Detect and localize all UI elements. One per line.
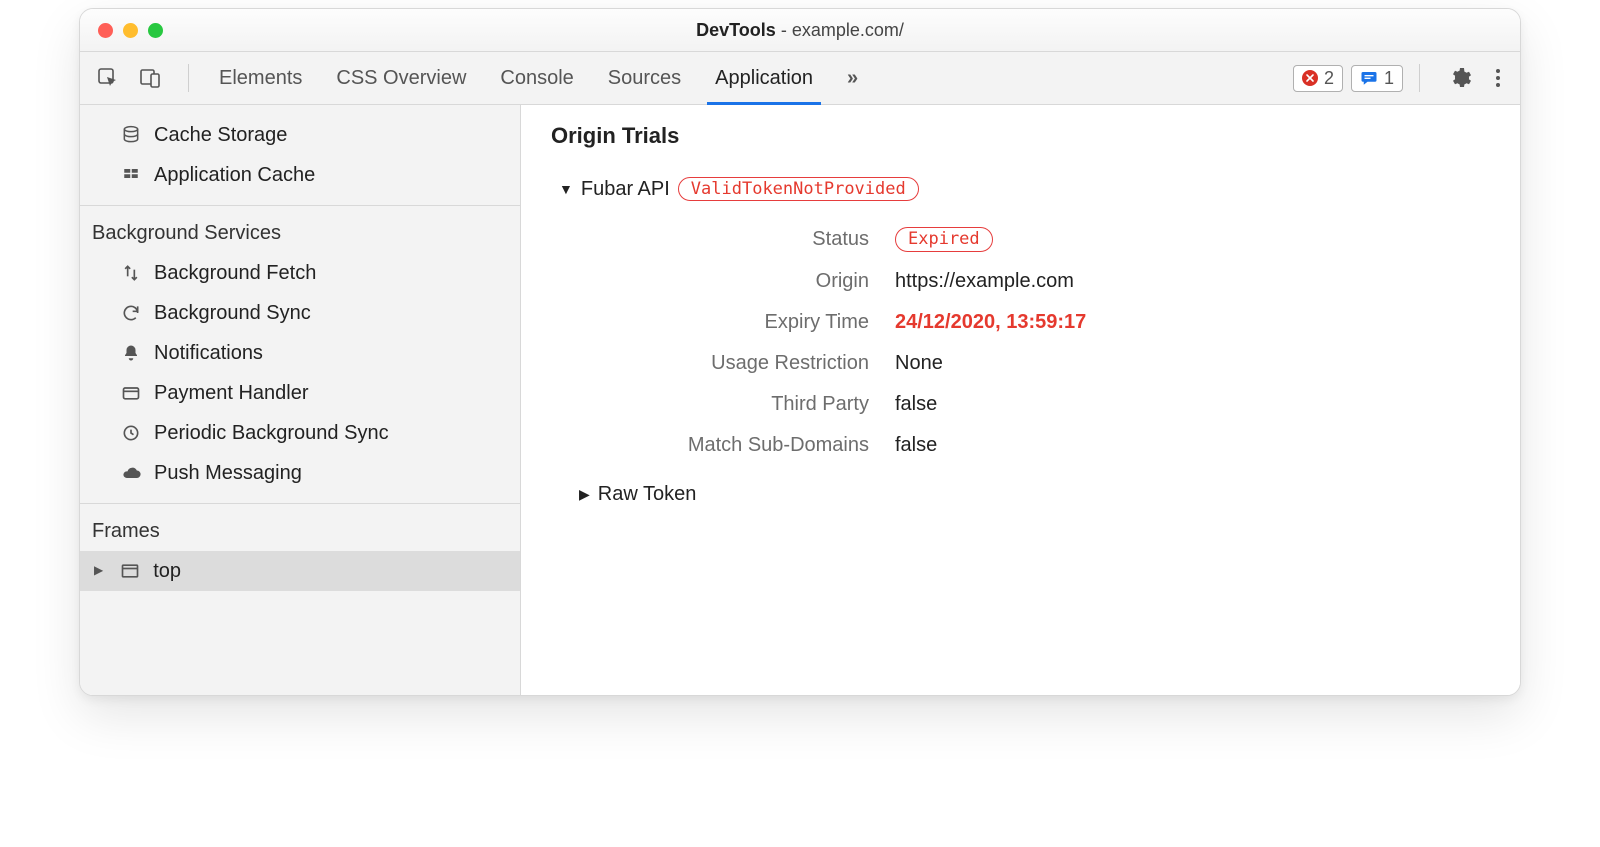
- inspect-element-icon[interactable]: [94, 64, 122, 92]
- close-window-button[interactable]: [98, 23, 113, 38]
- toolbar-separator: [188, 64, 189, 92]
- sidebar-item-periodic-background-sync[interactable]: Periodic Background Sync: [80, 413, 520, 453]
- origin-trial-row[interactable]: ▼ Fubar API ValidTokenNotProvided: [559, 177, 1490, 201]
- sidebar-heading-frames: Frames: [80, 510, 520, 551]
- sidebar-section-frames: Frames ▶ top: [80, 504, 520, 695]
- tab-elements[interactable]: Elements: [219, 52, 302, 104]
- raw-token-label: Raw Token: [598, 483, 697, 506]
- sidebar-item-payment-handler[interactable]: Payment Handler: [80, 373, 520, 413]
- more-options-button[interactable]: [1490, 65, 1506, 91]
- cloud-icon: [120, 462, 142, 484]
- sidebar-item-push-messaging[interactable]: Push Messaging: [80, 453, 520, 493]
- value-usage-restriction: None: [895, 352, 1490, 375]
- toolbar-separator: [1419, 64, 1420, 92]
- status-chip: Expired: [895, 227, 993, 251]
- window-title: DevTools - example.com/: [80, 20, 1520, 41]
- window-icon: [119, 560, 141, 582]
- credit-card-icon: [120, 382, 142, 404]
- errors-badge[interactable]: 2: [1293, 65, 1343, 92]
- label-expiry: Expiry Time: [579, 311, 869, 334]
- origin-trials-panel: Origin Trials ▼ Fubar API ValidTokenNotP…: [521, 105, 1520, 695]
- trial-status-chip: ValidTokenNotProvided: [678, 177, 919, 201]
- value-expiry: 24/12/2020, 13:59:17: [895, 311, 1490, 334]
- grid-icon: [120, 164, 142, 186]
- zoom-window-button[interactable]: [148, 23, 163, 38]
- disclosure-triangle-icon[interactable]: ▼: [559, 181, 573, 197]
- label-usage-restriction: Usage Restriction: [579, 352, 869, 375]
- origin-trial-name: Fubar API: [581, 178, 670, 201]
- sidebar-item-cache-storage[interactable]: Cache Storage: [80, 115, 520, 155]
- label-status: Status: [579, 228, 869, 251]
- database-icon: [120, 124, 142, 146]
- sidebar-item-frame-top[interactable]: ▶ top: [80, 551, 520, 591]
- value-status: Expired: [895, 227, 1490, 251]
- label-third-party: Third Party: [579, 393, 869, 416]
- errors-count: 2: [1324, 68, 1334, 89]
- tab-sources[interactable]: Sources: [608, 52, 681, 104]
- tab-application[interactable]: Application: [715, 52, 813, 104]
- application-sidebar: Cache Storage Application Cache Backgrou…: [80, 105, 521, 695]
- message-icon: [1360, 69, 1378, 87]
- raw-token-row[interactable]: ▶ Raw Token: [579, 483, 1490, 506]
- panel-tabs: Elements CSS Overview Console Sources Ap…: [219, 52, 858, 104]
- window-title-app: DevTools: [696, 20, 776, 40]
- settings-button[interactable]: [1446, 64, 1474, 92]
- sidebar-heading-background-services: Background Services: [80, 212, 520, 253]
- value-match-subdomains: false: [895, 434, 1490, 457]
- tab-console[interactable]: Console: [500, 52, 573, 104]
- messages-count: 1: [1384, 68, 1394, 89]
- sync-icon: [120, 302, 142, 324]
- clock-icon: [120, 422, 142, 444]
- messages-badge[interactable]: 1: [1351, 65, 1403, 92]
- label-match-subdomains: Match Sub-Domains: [579, 434, 869, 457]
- minimize-window-button[interactable]: [123, 23, 138, 38]
- window-title-host: example.com/: [792, 20, 904, 40]
- value-third-party: false: [895, 393, 1490, 416]
- sidebar-item-background-sync[interactable]: Background Sync: [80, 293, 520, 333]
- sidebar-item-notifications[interactable]: Notifications: [80, 333, 520, 373]
- sidebar-section-background-services: Background Services Background Fetch Bac…: [80, 206, 520, 504]
- transfer-icon: [120, 262, 142, 284]
- sidebar-item-application-cache[interactable]: Application Cache: [80, 155, 520, 195]
- tabs-overflow-button[interactable]: »: [847, 52, 858, 104]
- sidebar-section-cache: Cache Storage Application Cache: [80, 105, 520, 206]
- expand-triangle-icon[interactable]: ▶: [94, 561, 103, 580]
- disclosure-triangle-icon[interactable]: ▶: [579, 486, 590, 503]
- devtools-toolbar: Elements CSS Overview Console Sources Ap…: [80, 52, 1520, 105]
- error-icon: [1302, 70, 1318, 86]
- trial-details-grid: Status Expired Origin https://example.co…: [579, 227, 1490, 456]
- label-origin: Origin: [579, 270, 869, 293]
- device-toolbar-icon[interactable]: [136, 64, 164, 92]
- sidebar-item-background-fetch[interactable]: Background Fetch: [80, 253, 520, 293]
- section-heading: Origin Trials: [551, 123, 1490, 149]
- bell-icon: [120, 342, 142, 364]
- traffic-lights: [98, 23, 163, 38]
- title-bar: DevTools - example.com/: [80, 9, 1520, 52]
- devtools-window: DevTools - example.com/: [79, 8, 1521, 696]
- value-origin: https://example.com: [895, 270, 1490, 293]
- tab-css-overview[interactable]: CSS Overview: [336, 52, 466, 104]
